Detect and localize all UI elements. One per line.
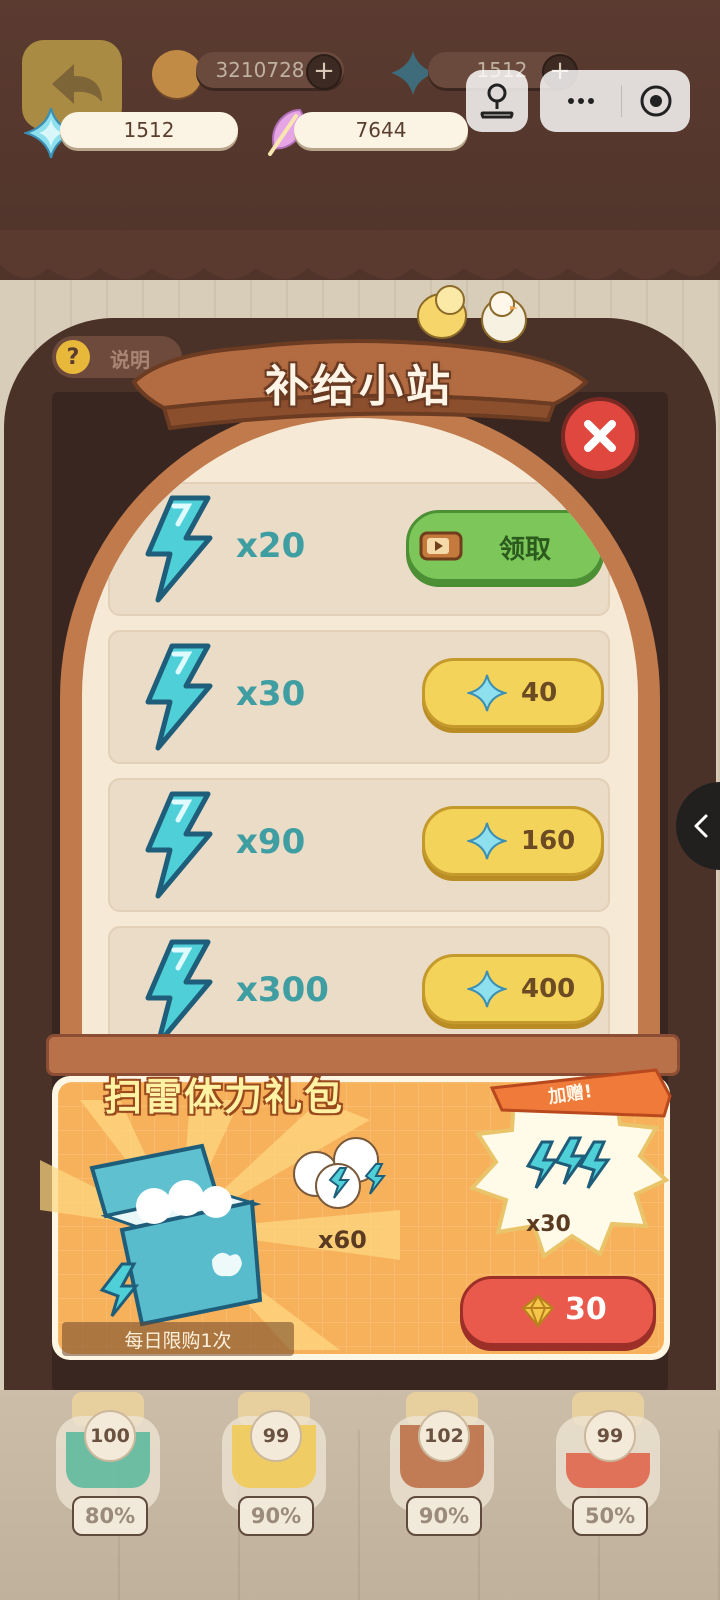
supply-item-row: x90 160	[108, 778, 610, 912]
feather-value: 7644	[355, 118, 407, 142]
jar-percent: 50%	[572, 1496, 648, 1536]
add-coins-button[interactable]: +	[306, 54, 342, 90]
diamond-icon	[467, 822, 507, 860]
feather-counter: 7644	[294, 112, 468, 148]
supply-item-row: x30 40	[108, 630, 610, 764]
jar-count: 100	[84, 1410, 136, 1462]
energy-bags-icon	[293, 1137, 387, 1209]
bonus-qty: x30	[526, 1212, 571, 1237]
supply-item-row: x300 400	[108, 926, 610, 1038]
panel-title: 补给小站	[265, 361, 453, 412]
jar[interactable]: 100 80%	[52, 1392, 164, 1542]
claim-video-button[interactable]: 领取	[406, 510, 604, 582]
paw-coin-icon	[152, 50, 202, 98]
claim-label: 领取	[499, 535, 552, 565]
birds-decoration	[417, 285, 527, 343]
close-icon	[584, 420, 616, 452]
jar[interactable]: 102 90%	[386, 1392, 498, 1542]
buy-with-diamonds-button[interactable]: 400	[422, 954, 604, 1024]
jar[interactable]: 99 90%	[218, 1392, 330, 1542]
diamond-counter: 1512	[60, 112, 238, 148]
video-icon	[419, 531, 463, 561]
jar-count: 102	[418, 1410, 470, 1462]
diamond-value: 1512	[123, 118, 175, 142]
target-icon[interactable]	[630, 81, 682, 121]
lightning-icon	[145, 643, 213, 751]
supply-qty: x300	[236, 970, 329, 1010]
jar-count: 99	[584, 1410, 636, 1462]
supply-qty: x20	[236, 526, 306, 566]
lightning-icon	[145, 791, 213, 899]
buy-gift-pack-button[interactable]: 30	[460, 1276, 656, 1346]
gift-box-icon	[89, 1143, 263, 1327]
supply-qty: x30	[236, 674, 306, 714]
game-center-button[interactable]	[466, 70, 528, 132]
supply-qty: x90	[236, 822, 306, 862]
jar-percent: 90%	[406, 1496, 482, 1536]
jar-percent: 80%	[72, 1496, 148, 1536]
help-icon[interactable]: ?	[56, 340, 90, 374]
close-button[interactable]	[561, 397, 639, 475]
daily-limit-label: 每日限购1次	[62, 1322, 294, 1356]
capsule-divider	[620, 85, 622, 117]
gift-pack-title: 扫雷体力礼包	[104, 1075, 345, 1119]
jar-count: 99	[250, 1410, 302, 1462]
gift-pack-price: 30	[565, 1292, 607, 1327]
jar[interactable]: 99 50%	[552, 1392, 664, 1542]
supply-item-row: x20 领取	[108, 482, 610, 616]
buy-with-diamonds-button[interactable]: 40	[422, 658, 604, 728]
chevron-left-icon	[694, 814, 708, 838]
lightning-icon	[145, 939, 213, 1038]
diamond-icon	[467, 970, 507, 1008]
buy-with-diamonds-button[interactable]: 160	[422, 806, 604, 876]
capsule-menu	[540, 70, 690, 132]
diamond-icon	[467, 674, 507, 712]
joystick-icon	[480, 83, 514, 119]
gem-icon	[521, 1294, 555, 1329]
diamond-price: 40	[521, 678, 558, 708]
paw-coin-value: 3210728	[215, 58, 305, 82]
diamond-price: 160	[521, 826, 576, 856]
diamond-price: 400	[521, 974, 576, 1004]
lightning-icon	[145, 495, 213, 603]
bags-qty: x60	[318, 1226, 367, 1254]
supply-panel: x20 领取 x30 40 x90 160 x300 400	[82, 418, 638, 1038]
jar-percent: 90%	[238, 1496, 314, 1536]
more-icon[interactable]	[549, 81, 613, 121]
